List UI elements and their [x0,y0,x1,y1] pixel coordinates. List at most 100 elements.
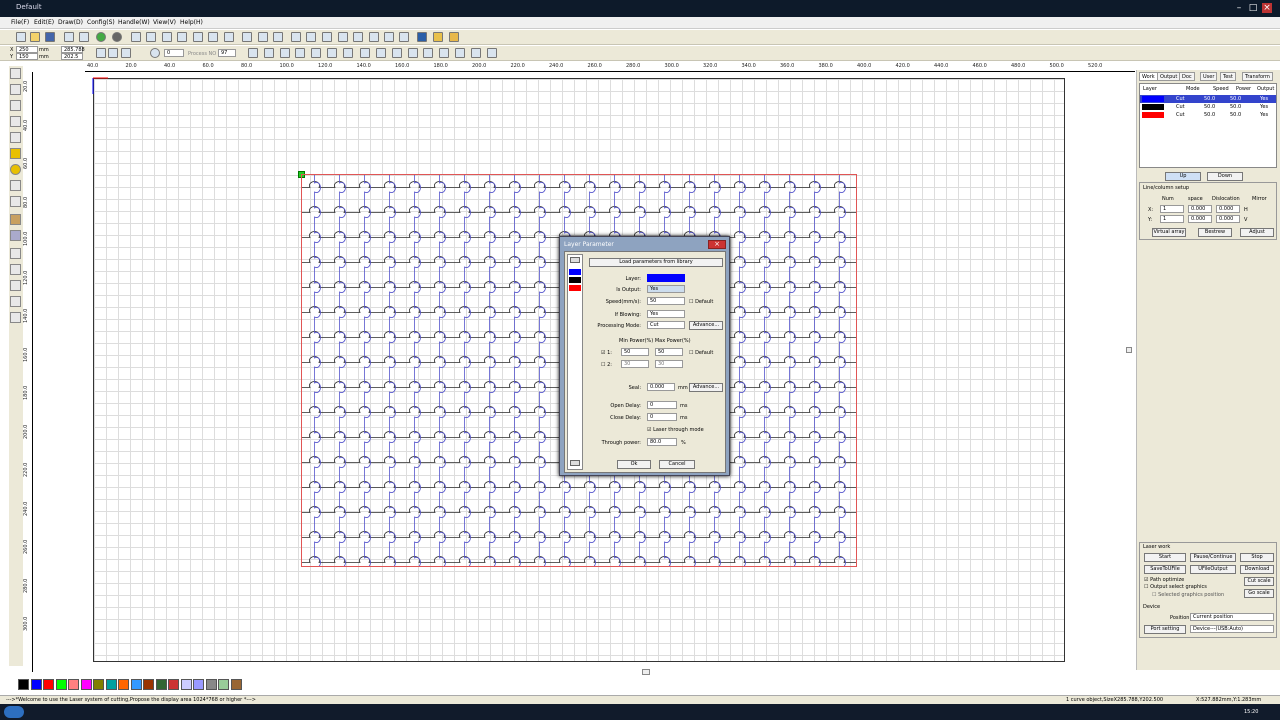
line-tool-icon[interactable] [306,32,316,42]
rotate-icon[interactable] [150,48,160,58]
pan-icon[interactable] [224,32,234,42]
scale-icon[interactable] [108,48,118,58]
start-button[interactable]: Start [1144,553,1186,562]
cross-tool-icon[interactable] [10,248,21,259]
seal-advance-button[interactable]: Advance... [689,383,723,392]
path-optimize-checkbox[interactable]: ☑ Path optimize [1144,577,1184,583]
layer-color-value[interactable] [647,274,685,282]
save-file-icon[interactable] [45,32,55,42]
palette-swatch[interactable] [230,679,242,690]
y-dislocation-input[interactable]: 0.000 [1216,215,1240,223]
curve-icon[interactable] [291,32,301,42]
menu-edit[interactable]: Edit(E) [34,19,54,26]
palette-swatch[interactable] [218,679,229,690]
polyline-tool-icon[interactable] [10,116,21,127]
size-h-input[interactable]: 202.5 [61,53,83,60]
palette-swatch[interactable] [18,679,29,690]
open-file-icon[interactable] [30,32,40,42]
mirror-icon[interactable] [369,32,379,42]
ufile-output-button[interactable]: UFileOutput [1190,565,1236,574]
virtual-array-button[interactable]: Virtual array [1152,228,1186,237]
palette-swatch[interactable] [168,679,179,690]
ok-button[interactable]: Ok [617,460,651,469]
palette-swatch[interactable] [143,679,154,690]
power-default-checkbox[interactable]: ☐ Default [689,350,713,356]
layer-row[interactable]: Cut 50.0 50.0 Yes [1140,95,1276,103]
zoom-window-icon[interactable] [162,32,172,42]
layer-row[interactable]: Cut 50.0 50.0 Yes [1140,103,1276,111]
power1-min-input[interactable]: 50 [621,348,649,356]
palette-swatch[interactable] [180,679,192,690]
power1-checkbox[interactable]: ☑ 1: [601,350,612,356]
tab-test[interactable]: Test [1220,72,1236,81]
node-tool-icon[interactable] [10,84,21,95]
menu-view[interactable]: View(V) [153,19,176,26]
align-left-icon[interactable] [248,48,258,58]
tab-user[interactable]: User [1200,72,1218,81]
export-icon[interactable] [79,32,89,42]
ellipse-tool-icon[interactable] [10,164,21,175]
tab-transform[interactable]: Transform [1242,72,1273,81]
palette-swatch[interactable] [205,679,217,690]
menu-config[interactable]: Config(S) [87,19,115,26]
palette-swatch[interactable] [80,679,92,690]
curve-tool-icon[interactable] [10,132,21,143]
align-right-icon[interactable] [264,48,274,58]
close-button[interactable]: × [1262,3,1272,13]
mode-advance-button[interactable]: Advance... [689,321,723,330]
layer-color-list[interactable] [567,254,583,470]
grid-icon[interactable] [242,32,252,42]
palette-swatch[interactable] [130,679,142,690]
palette-swatch[interactable] [68,679,79,690]
layer-up-button[interactable]: Up [1165,172,1201,181]
start-icon[interactable] [96,32,106,42]
zoom-in-icon[interactable] [131,32,141,42]
layer-color-red[interactable] [569,285,581,291]
layer-down-button[interactable]: Down [1207,172,1243,181]
align-center-v-icon[interactable] [327,48,337,58]
pos-y-input[interactable]: 150 [16,53,38,60]
go-scale-button[interactable]: Go scale [1244,589,1274,598]
size-w-input[interactable]: 285.788 [61,46,85,53]
palette-swatch[interactable] [93,679,104,690]
palette-swatch[interactable] [193,679,204,690]
power1-max-input[interactable]: 50 [655,348,683,356]
power2-checkbox[interactable]: ☐ 2: [601,362,612,368]
flip-v-icon[interactable] [353,32,363,42]
power2-max-input[interactable]: 30 [655,360,683,368]
port-setting-button[interactable]: Port setting [1144,625,1186,634]
zoom-all-icon[interactable] [208,32,218,42]
cancel-button[interactable]: Cancel [659,460,695,469]
rectangle-tool-icon[interactable] [10,148,21,159]
monitor-icon[interactable] [417,32,427,42]
angle-input[interactable]: 0 [164,49,184,57]
h-scroll-thumb[interactable] [642,669,650,675]
text-tool-icon[interactable] [10,180,21,191]
same-size-icon[interactable] [392,48,402,58]
ratio-icon[interactable] [121,48,131,58]
align-center-icon[interactable] [343,48,353,58]
stop-button[interactable]: Stop [1240,553,1274,562]
selected-position-checkbox[interactable]: ☐ Selected graphics position [1152,592,1224,598]
power2-min-input[interactable]: 30 [621,360,649,368]
smooth-icon[interactable] [273,32,283,42]
zoom-out-icon[interactable] [146,32,156,42]
laser-icon[interactable] [433,32,443,42]
new-file-icon[interactable] [16,32,26,42]
output-select-checkbox[interactable]: ☐ Output select graphics [1144,584,1207,590]
tab-doc[interactable]: Doc [1179,72,1195,81]
align-center-h-icon[interactable] [311,48,321,58]
same-width-icon[interactable] [360,48,370,58]
load-library-button[interactable]: Load parameters from library [589,258,723,267]
align-bottom-icon[interactable] [295,48,305,58]
palette-swatch[interactable] [105,679,117,690]
blowing-select[interactable]: Yes [647,310,685,318]
move-br-icon[interactable] [487,48,497,58]
y-num-input[interactable]: 1 [1160,215,1184,223]
node-edit-icon[interactable] [258,32,268,42]
palette-swatch[interactable] [118,679,129,690]
barcode-tool-icon[interactable] [10,312,21,323]
maximize-button[interactable]: □ [1248,3,1258,13]
tab-work[interactable]: Work [1139,72,1158,81]
zoom-select-icon[interactable] [193,32,203,42]
